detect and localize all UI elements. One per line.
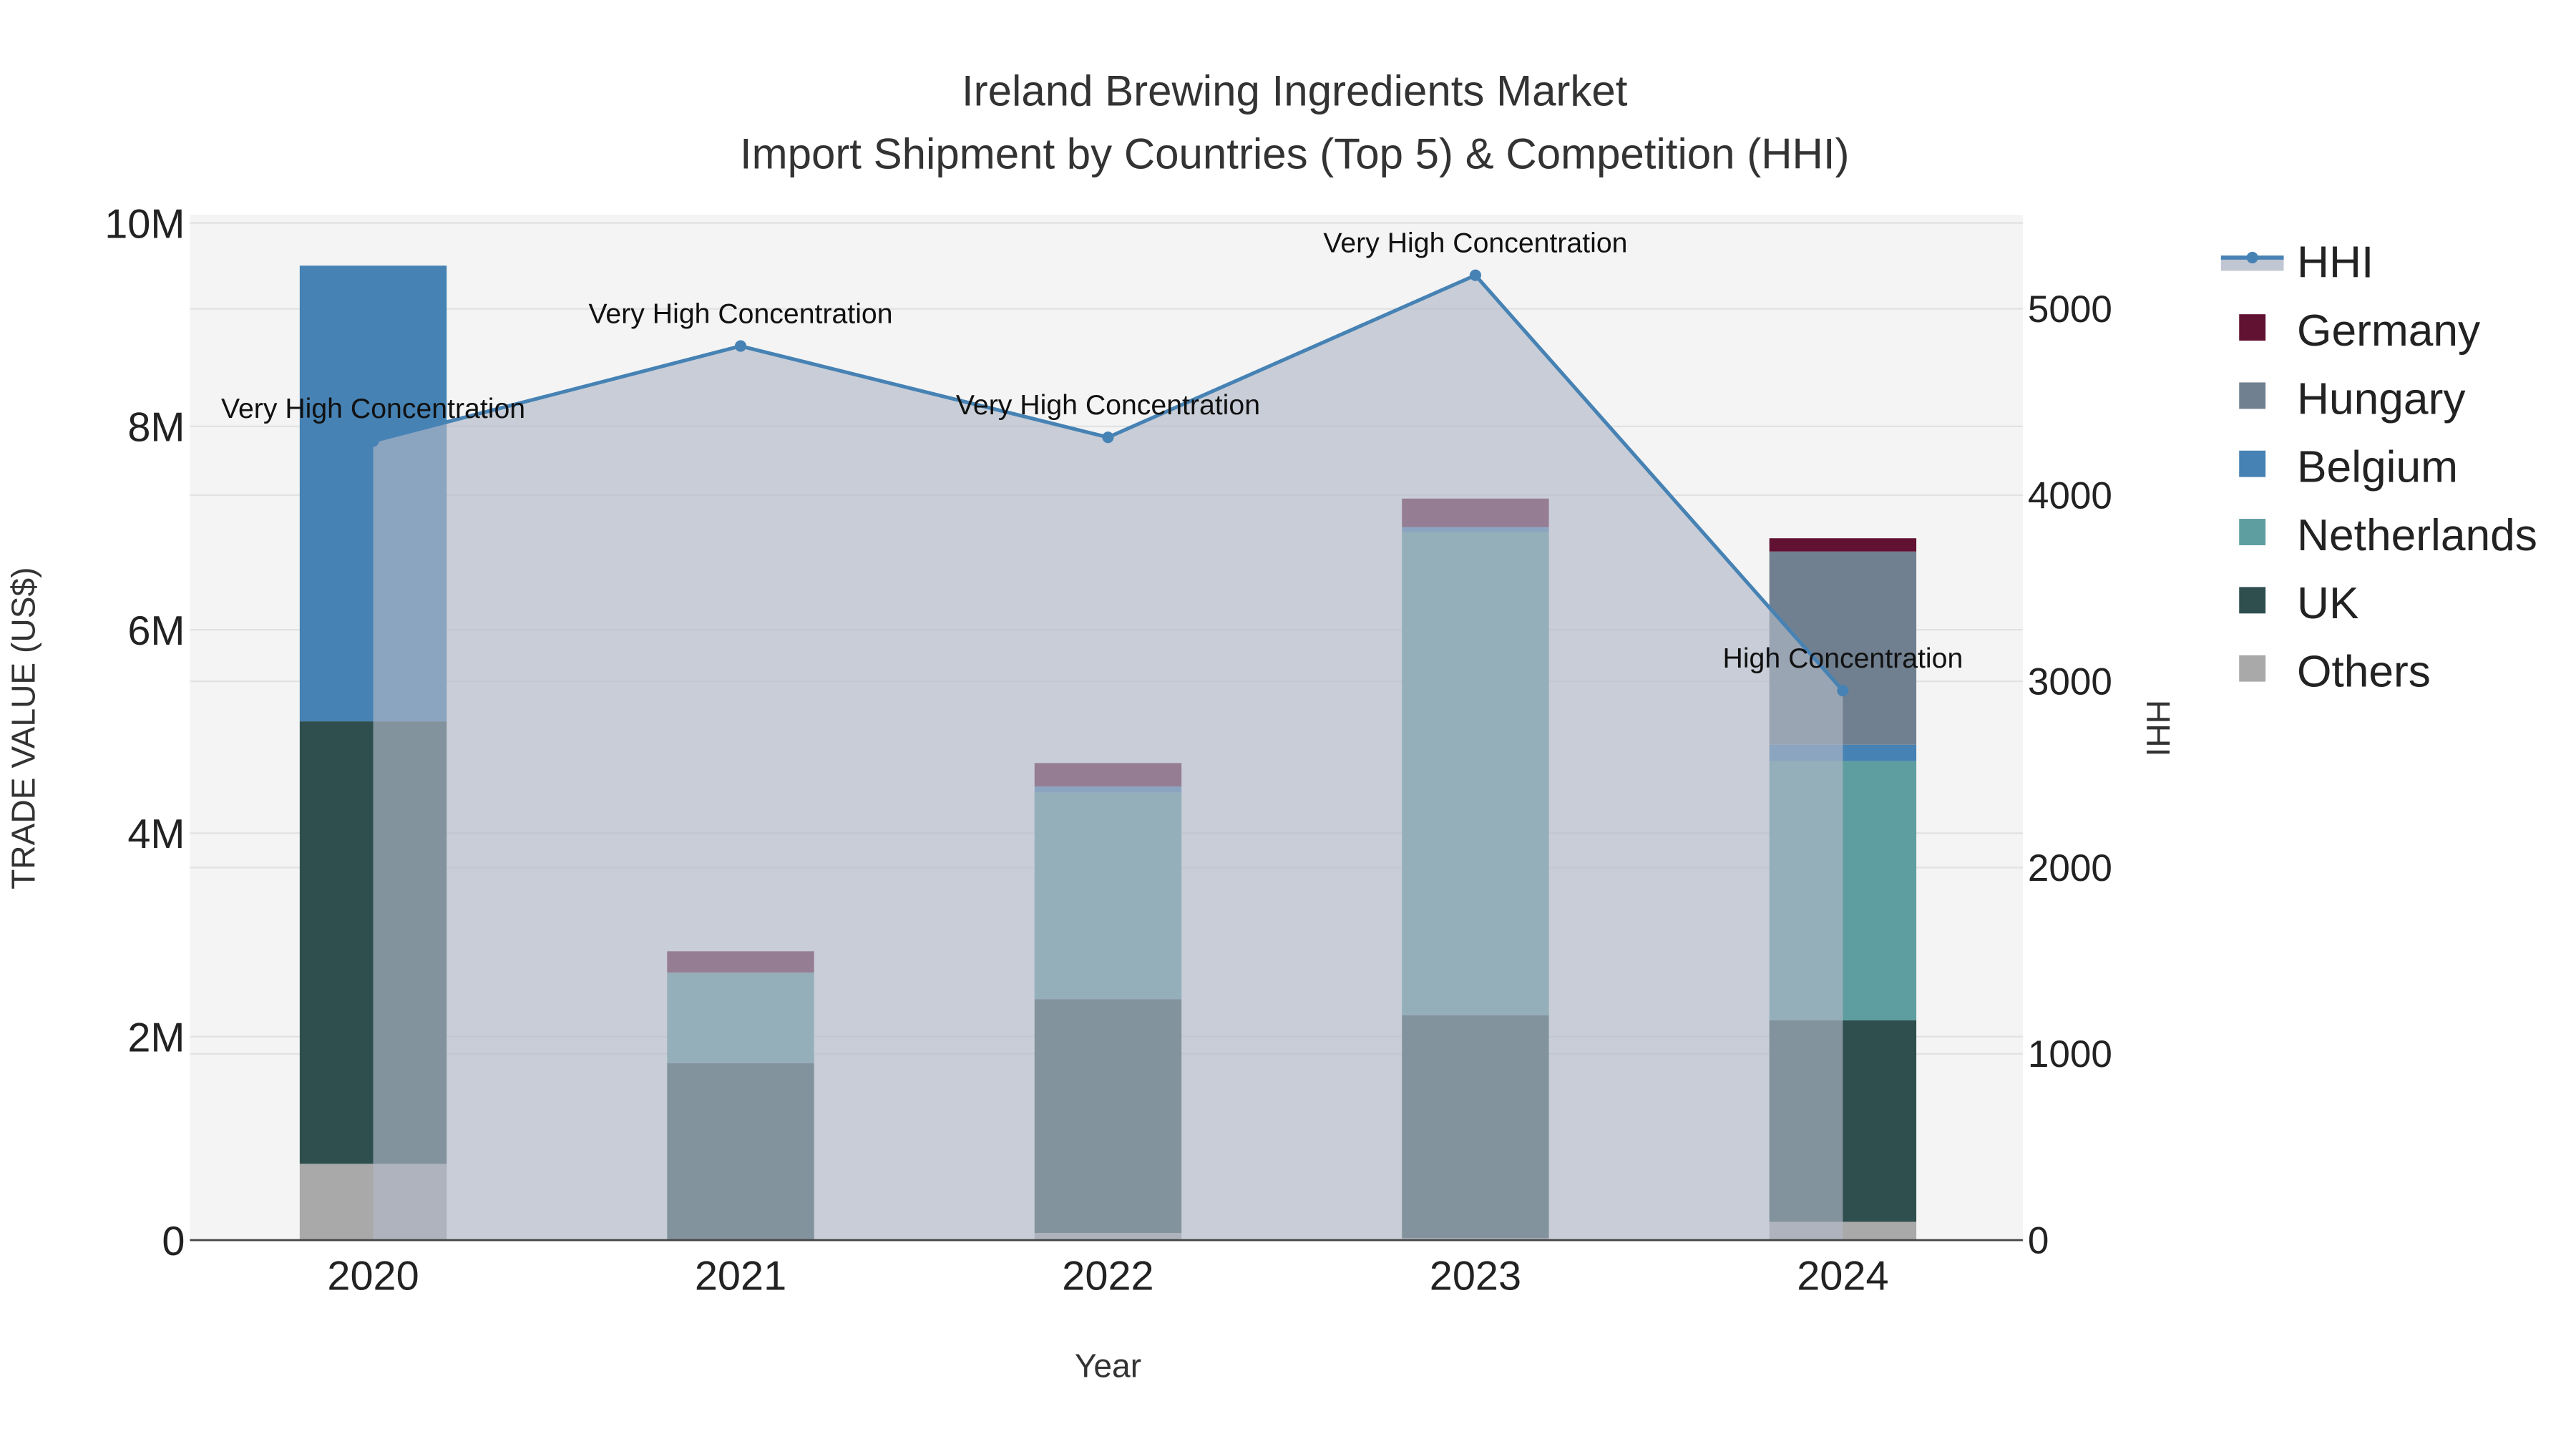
legend-label: Hungary [2297,374,2466,424]
hhi-annotation: Very High Concentration [588,298,892,329]
y-tick-label: 8M [127,405,185,451]
y-tick-label: 10M [104,201,185,247]
x-axis-title: Year [1075,1347,1141,1385]
chart: Very High Concentration Very High Concent… [4,67,2537,1385]
legend-label: Belgium [2297,443,2458,492]
legend-item-uk[interactable]: UK [2239,579,2359,628]
chart-title-line1: Ireland Brewing Ingredients Market [962,67,1628,115]
hhi-point-2024[interactable] [1837,685,1849,697]
y2-tick-label: 1000 [2028,1033,2112,1075]
hhi-point-2020[interactable] [367,435,379,447]
legend-item-netherlands[interactable]: Netherlands [2239,511,2537,560]
y2-tick-label: 3000 [2028,661,2112,703]
legend-item-belgium[interactable]: Belgium [2239,443,2458,492]
legend-label: Germany [2297,306,2481,356]
legend-item-hhi[interactable]: HHI [2220,238,2373,288]
legend-label: HHI [2297,238,2373,288]
hhi-point-2023[interactable] [1469,269,1481,281]
legend-swatch [2239,314,2266,341]
legend-swatch [2239,587,2266,614]
y2-tick-label: 0 [2028,1220,2049,1262]
y-tick-label: 2M [127,1015,185,1061]
legend-swatch [2239,519,2266,545]
legend-label: Others [2297,648,2431,697]
x-tick-label: 2024 [1797,1253,1888,1299]
legend-swatch [2239,655,2266,682]
legend-item-hungary[interactable]: Hungary [2239,374,2466,424]
y2-tick-label: 4000 [2028,474,2112,517]
hhi-annotation: Very High Concentration [1323,227,1627,258]
y-tick-label: 6M [127,608,185,654]
hhi-point-2021[interactable] [734,340,747,352]
chart-title-line2: Import Shipment by Countries (Top 5) & C… [740,130,1850,177]
x-tick-label: 2022 [1062,1253,1153,1299]
legend-swatch-marker [2246,251,2258,264]
bar-germany-2024[interactable] [1769,538,1917,552]
y2-tick-label: 2000 [2028,847,2112,889]
y-axis-title: TRADE VALUE (US$) [4,567,42,889]
y-tick-label: 0 [162,1219,185,1264]
x-tick-label: 2021 [695,1253,786,1299]
hhi-annotation: Very High Concentration [956,389,1260,421]
legend-label: UK [2297,579,2359,628]
hhi-annotation: High Concentration [1723,643,1963,674]
legend-swatch [2239,450,2266,477]
hhi-point-2022[interactable] [1102,431,1114,444]
x-tick-label: 2023 [1430,1253,1521,1299]
y-tick-label: 4M [127,811,185,857]
hhi-annotation: Very High Concentration [221,393,525,424]
legend-swatch [2239,382,2266,409]
y2-tick-label: 5000 [2028,288,2112,331]
y2-axis-title: HHI [2140,700,2177,756]
legend-label: Netherlands [2297,511,2537,560]
x-tick-label: 2020 [327,1253,419,1299]
legend-item-others[interactable]: Others [2239,648,2431,697]
legend-item-germany[interactable]: Germany [2239,306,2481,356]
